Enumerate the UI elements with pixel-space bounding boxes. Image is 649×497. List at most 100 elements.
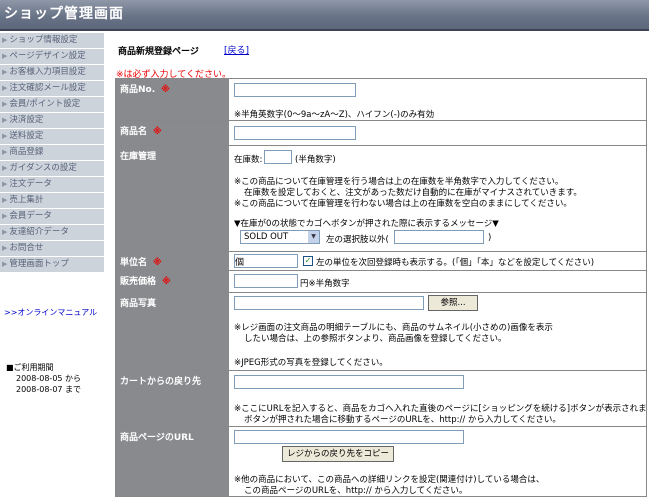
chevron-right-icon: ▶	[2, 84, 8, 92]
row-product-name: 商品名 ※	[116, 121, 646, 146]
soldout-select-value: SOLD OUT	[244, 232, 289, 242]
chevron-right-icon: ▶	[2, 100, 8, 108]
chevron-right-icon: ▶	[2, 52, 8, 60]
sidebar-item-member-points[interactable]: ▶ 会員/ポイント設定	[0, 97, 104, 113]
row-unit: 単位名 ※ ✓ 左の単位を次回登録時も表示する。(「個」「本」などを設定してくださ…	[116, 252, 646, 271]
back-link[interactable]: [戻る]	[224, 43, 249, 56]
row-photo: 商品写真 参照... ※レジ画面の注文商品の明細テーブルにも、商品のサムネイル(…	[116, 293, 646, 371]
sidebar-item-customer-fields[interactable]: ▶ お客様入力項目設定	[0, 65, 104, 81]
chevron-right-icon: ▶	[2, 132, 8, 140]
sidebar-item-label: 商品登録	[9, 147, 44, 157]
chevron-right-icon: ▶	[2, 180, 8, 188]
chevron-down-icon: ▼	[308, 231, 319, 243]
soldout-other-close: )	[488, 233, 492, 243]
sidebar-item-referral-data[interactable]: ▶ 友達紹介データ	[0, 225, 104, 241]
chevron-right-icon: ▶	[2, 164, 8, 172]
header-divider	[0, 29, 649, 31]
sidebar-item-payment[interactable]: ▶ 決済設定	[0, 113, 104, 129]
stock-count-suffix: (半角数字)	[295, 155, 336, 165]
chevron-right-icon: ▶	[2, 36, 8, 44]
sidebar-item-page-design[interactable]: ▶ ページデザイン設定	[0, 49, 104, 65]
product-no-input[interactable]	[234, 83, 356, 97]
chevron-right-icon: ▶	[2, 68, 8, 76]
sidebar-item-label: 友達紹介データ	[9, 227, 69, 237]
sidebar-item-label: お問合せ	[9, 243, 44, 253]
page-title: 商品新規登録ページ	[118, 47, 199, 57]
soldout-other-input[interactable]	[394, 230, 484, 244]
sidebar-item-label: 会員/ポイント設定	[9, 99, 81, 109]
required-mark: ※	[153, 127, 162, 137]
sidebar-item-label: 注文データ	[9, 179, 52, 189]
remember-unit-checkbox[interactable]: ✓	[303, 256, 313, 266]
chevron-right-icon: ▶	[2, 260, 8, 268]
required-mark: ※	[153, 258, 162, 268]
page-url-input[interactable]	[234, 430, 464, 444]
sidebar-item-order-data[interactable]: ▶ 注文データ	[0, 177, 104, 193]
product-no-label: 商品No.	[120, 85, 156, 95]
return-url-input[interactable]	[234, 375, 464, 389]
soldout-other-label: 左の選択肢以外(	[326, 235, 389, 245]
stock-note-3: ※この商品について在庫管理を行わない場合は上の在庫数を空白のままにしてください。	[234, 199, 572, 209]
sidebar-item-label: 送料設定	[9, 131, 44, 141]
stock-label: 在庫管理	[120, 152, 157, 162]
product-no-note: ※半角英数字(0〜9a〜zA〜Z)、ハイフン(-)のみ有効	[234, 110, 435, 120]
sidebar-item-label: 会員データ	[9, 211, 52, 221]
sidebar-item-admin-top[interactable]: ▶ 管理画面トップ	[0, 257, 104, 273]
sidebar-item-guidance[interactable]: ▶ ガイダンスの設定	[0, 161, 104, 177]
remember-unit-label: 左の単位を次回登録時も表示する。(「個」「本」などを設定してください)	[316, 258, 595, 268]
chevron-right-icon: ▶	[2, 212, 8, 220]
photo-label: 商品写真	[120, 299, 157, 309]
sidebar-item-shipping[interactable]: ▶ 送料設定	[0, 129, 104, 145]
sidebar-item-label: 売上集計	[9, 195, 44, 205]
row-return-url: カートからの戻り先 ※ここにURLを記入すると、商品をカゴへ入れた直後のページに…	[116, 371, 646, 427]
stock-count-label: 在庫数:	[234, 155, 263, 165]
sidebar-item-label: 管理画面トップ	[9, 259, 69, 269]
row-price: 販売価格 ※ 円※半角数字	[116, 271, 646, 293]
sidebar-item-label: 決済設定	[9, 115, 44, 125]
sidebar-item-member-data[interactable]: ▶ 会員データ	[0, 209, 104, 225]
photo-note-2: したい場合は、上の参照ボタンより、商品画像を登録してください。	[244, 334, 507, 344]
return-url-note-2: ボタンが押された場合に移動するページのURLを、http:// から入力してくだ…	[244, 415, 561, 425]
sidebar: ▶ ショップ情報設定 ▶ ページデザイン設定 ▶ お客様入力項目設定 ▶ 注文確認メール…	[0, 33, 104, 273]
price-label: 販売価格	[120, 277, 157, 287]
online-manual-link[interactable]: >>オンラインマニュアル	[4, 307, 97, 318]
row-product-no: 商品No. ※ ※半角英数字(0〜9a〜zA〜Z)、ハイフン(-)のみ有効	[116, 79, 646, 121]
photo-file-input[interactable]	[234, 296, 424, 310]
chevron-right-icon: ▶	[2, 116, 8, 124]
app-header: ショップ管理画面	[0, 0, 649, 29]
chevron-right-icon: ▶	[2, 196, 8, 204]
unit-input[interactable]	[234, 254, 298, 268]
copy-return-url-button[interactable]: レジからの戻り先をコピー	[282, 446, 394, 462]
row-stock: 在庫管理 在庫数: (半角数字) ※この商品について在庫管理を行う場合は上の在庫…	[116, 146, 646, 252]
stock-count-input[interactable]	[264, 150, 292, 164]
sidebar-item-label: ガイダンスの設定	[9, 163, 77, 173]
unit-label: 単位名	[120, 258, 148, 268]
usage-period-to: 2008-08-07 まで	[16, 385, 82, 394]
soldout-message-label: ▼在庫が0の状態でカゴへボタンが押された際に表示するメッセージ▼	[234, 219, 499, 229]
browse-button[interactable]: 参照...	[428, 295, 478, 311]
sidebar-item-order-mail[interactable]: ▶ 注文確認メール設定	[0, 81, 104, 97]
sidebar-item-sales-summary[interactable]: ▶ 売上集計	[0, 193, 104, 209]
product-form: 商品No. ※ ※半角英数字(0〜9a〜zA〜Z)、ハイフン(-)のみ有効 商品名…	[115, 78, 647, 497]
chevron-right-icon: ▶	[2, 148, 8, 156]
chevron-right-icon: ▶	[2, 244, 8, 252]
page-url-note-2: この商品ページのURLを、http:// から入力してください。	[244, 486, 468, 496]
photo-note-3: ※JPEG形式の写真を登録してください。	[234, 358, 388, 368]
product-name-input[interactable]	[234, 126, 356, 140]
usage-period-label: ■ご利用期間	[6, 363, 54, 372]
usage-period: ■ご利用期間 2008-08-05 から 2008-08-07 まで	[6, 362, 81, 395]
app-title: ショップ管理画面	[4, 6, 124, 22]
required-mark: ※	[162, 277, 171, 287]
sidebar-item-label: ショップ情報設定	[9, 35, 78, 45]
sidebar-item-inquiry[interactable]: ▶ お問合せ	[0, 241, 104, 257]
price-input[interactable]	[234, 274, 298, 288]
soldout-message-select[interactable]: SOLD OUT ▼	[240, 230, 320, 244]
row-page-url: 商品ページのURL レジからの戻り先をコピー ※他の商品において、この商品への詳…	[116, 427, 646, 496]
sidebar-item-shop-info[interactable]: ▶ ショップ情報設定	[0, 33, 104, 49]
sidebar-item-label: ページデザイン設定	[9, 51, 86, 61]
usage-period-from: 2008-08-05 から	[16, 374, 82, 383]
price-suffix: 円※半角数字	[300, 279, 350, 289]
page-url-label: 商品ページのURL	[120, 433, 194, 443]
sidebar-item-product-register[interactable]: ▶ 商品登録	[0, 145, 104, 161]
product-name-label: 商品名	[120, 127, 148, 137]
